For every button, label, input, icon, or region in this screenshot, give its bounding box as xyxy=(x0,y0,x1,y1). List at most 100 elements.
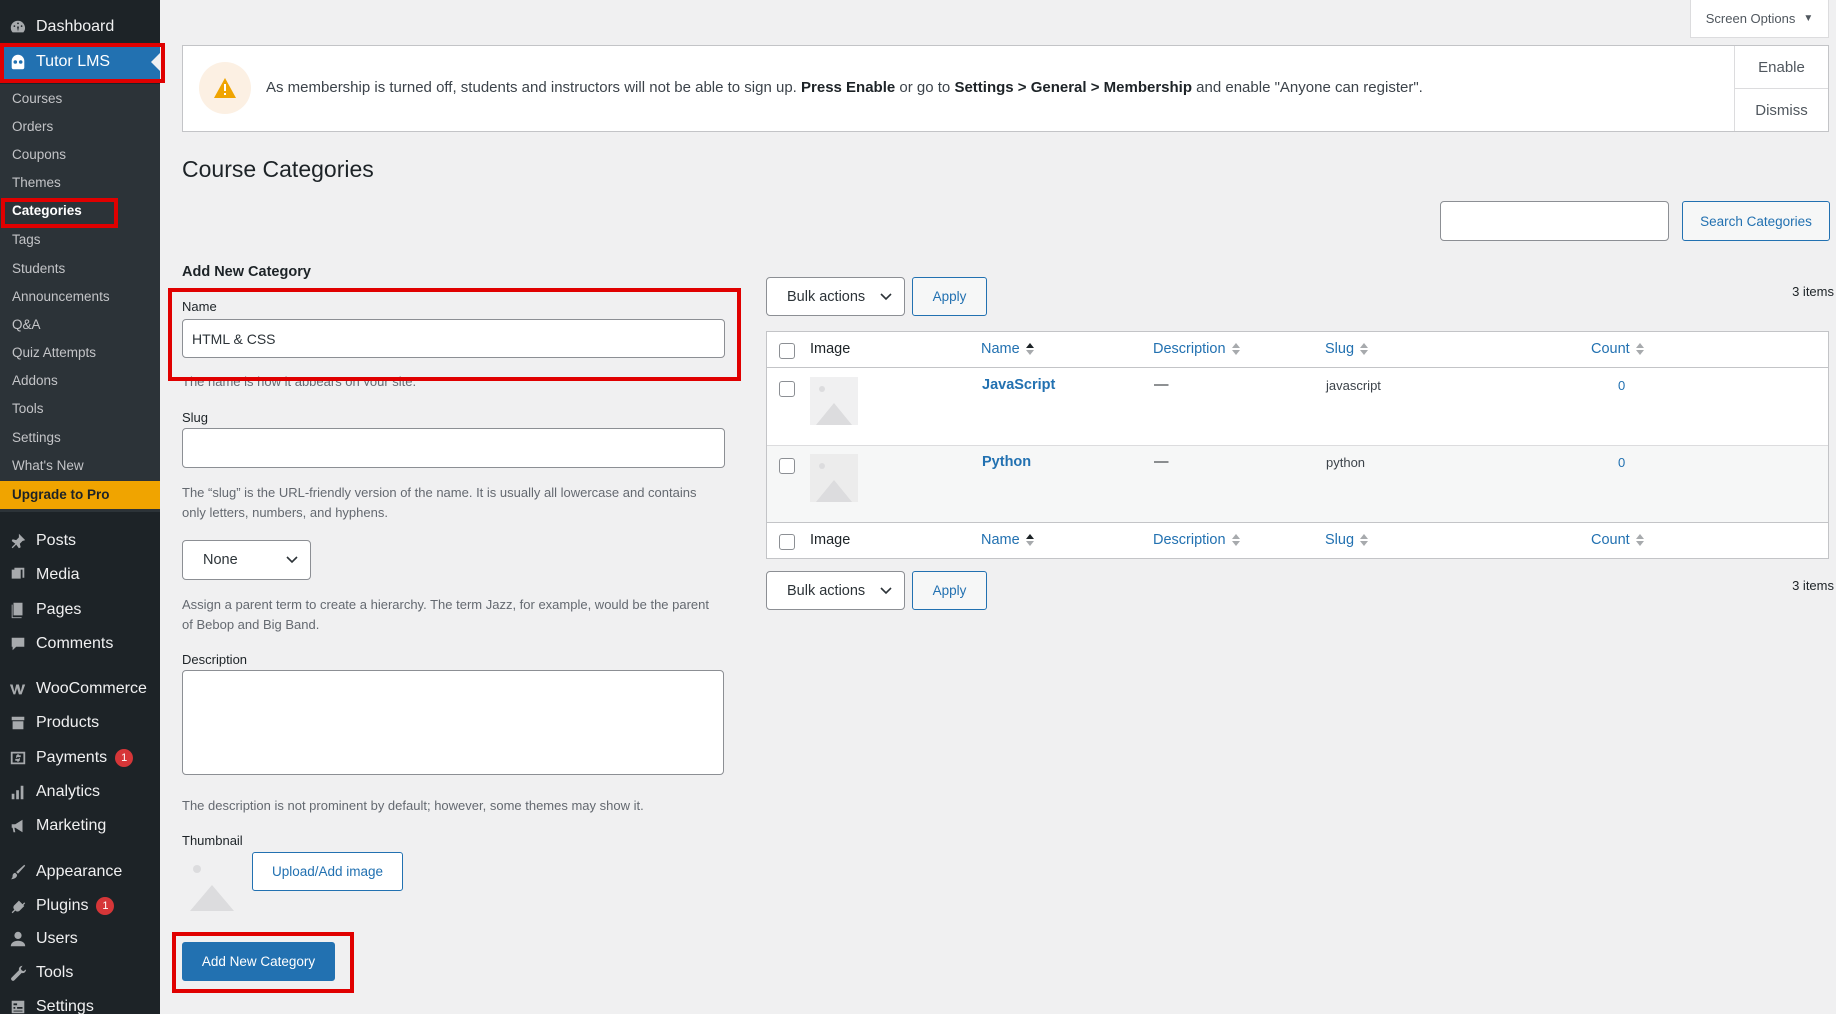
menu-payments[interactable]: Payments 1 xyxy=(0,741,160,775)
parent-help: Assign a parent term to create a hierarc… xyxy=(182,597,710,632)
submenu-tags[interactable]: Tags xyxy=(12,232,41,247)
items-count-top: 3 items xyxy=(1792,284,1834,299)
wrench-icon xyxy=(0,964,36,982)
bulk-actions-top[interactable]: Bulk actions xyxy=(766,277,905,316)
search-categories-button[interactable]: Search Categories xyxy=(1682,201,1830,241)
col-count-sort-footer[interactable]: Count xyxy=(1591,532,1644,548)
submenu-courses[interactable]: Courses xyxy=(12,91,62,106)
user-icon xyxy=(0,930,36,948)
slug-input[interactable] xyxy=(182,428,725,468)
category-name-link[interactable]: Python xyxy=(982,454,1031,470)
add-new-category-button[interactable]: Add New Category xyxy=(182,942,335,981)
submenu-categories[interactable]: Categories xyxy=(12,203,82,218)
dollar-icon xyxy=(0,749,36,767)
bulk-actions-bottom[interactable]: Bulk actions xyxy=(766,571,905,610)
col-name-sort-footer[interactable]: Name xyxy=(981,532,1034,548)
menu-products[interactable]: Products xyxy=(0,706,160,740)
image-placeholder-icon xyxy=(182,855,242,911)
menu-plugins[interactable]: Plugins 1 xyxy=(0,889,160,923)
submenu-themes[interactable]: Themes xyxy=(12,175,61,190)
select-all-checkbox[interactable] xyxy=(779,343,795,359)
plugins-count-badge: 1 xyxy=(96,897,115,915)
submenu-addons[interactable]: Addons xyxy=(12,373,58,388)
menu-comments[interactable]: Comments xyxy=(0,627,160,661)
media-icon xyxy=(0,566,36,584)
submenu-orders[interactable]: Orders xyxy=(12,119,53,134)
menu-media[interactable]: Media xyxy=(0,558,160,592)
submenu-settings[interactable]: Settings xyxy=(12,430,61,445)
bar-chart-icon xyxy=(0,783,36,801)
menu-tutor-lms[interactable]: Tutor LMS xyxy=(0,44,160,80)
menu-marketing[interactable]: Marketing xyxy=(0,809,160,843)
col-slug-sort[interactable]: Slug xyxy=(1325,341,1369,357)
parent-category-select[interactable]: None xyxy=(182,540,311,580)
apply-bottom-button[interactable]: Apply xyxy=(912,571,987,610)
description-textarea[interactable] xyxy=(182,670,724,775)
thumbnail-label: Thumbnail xyxy=(182,833,243,848)
row-checkbox[interactable] xyxy=(779,381,795,397)
name-input[interactable]: HTML & CSS xyxy=(182,319,725,358)
dashboard-icon xyxy=(0,18,36,36)
col-image-footer: Image xyxy=(810,532,851,548)
warning-icon xyxy=(199,62,251,114)
col-count-sort[interactable]: Count xyxy=(1591,341,1644,357)
select-all-checkbox-footer[interactable] xyxy=(779,534,795,550)
category-count-link[interactable]: 0 xyxy=(1618,455,1625,470)
plug-icon xyxy=(0,897,36,915)
col-slug-sort-footer[interactable]: Slug xyxy=(1325,532,1369,548)
upgrade-to-pro-link[interactable]: Upgrade to Pro xyxy=(0,481,160,509)
submenu-students[interactable]: Students xyxy=(12,261,65,276)
category-slug: javascript xyxy=(1326,378,1381,393)
megaphone-icon xyxy=(0,817,36,835)
col-image: Image xyxy=(810,341,851,357)
menu-dashboard[interactable]: Dashboard xyxy=(0,10,160,44)
menu-posts[interactable]: Posts xyxy=(0,524,160,558)
sort-icon xyxy=(1025,534,1034,546)
payments-count-badge: 1 xyxy=(115,749,134,767)
menu-tools[interactable]: Tools xyxy=(0,956,160,990)
submenu-qa[interactable]: Q&A xyxy=(12,317,41,332)
settings-icon xyxy=(0,998,36,1014)
caret-down-icon: ▼ xyxy=(1803,13,1814,24)
chevron-down-icon xyxy=(880,586,892,594)
category-count-link[interactable]: 0 xyxy=(1618,378,1625,393)
pin-icon xyxy=(0,532,36,550)
search-input[interactable] xyxy=(1440,201,1669,241)
comment-icon xyxy=(0,635,36,653)
table-footer: Image Name Description Slug Count xyxy=(767,524,1828,559)
apply-top-button[interactable]: Apply xyxy=(912,277,987,316)
category-name-link[interactable]: JavaScript xyxy=(982,377,1055,393)
upload-image-button[interactable]: Upload/Add image xyxy=(252,852,403,891)
menu-analytics[interactable]: Analytics xyxy=(0,775,160,809)
col-name-sort[interactable]: Name xyxy=(981,341,1034,357)
col-description-sort[interactable]: Description xyxy=(1153,341,1240,357)
submenu-whats-new[interactable]: What's New xyxy=(12,458,84,473)
tutor-submenu: Courses Orders Coupons Themes Categories… xyxy=(0,84,160,512)
dismiss-button[interactable]: Dismiss xyxy=(1735,89,1828,132)
menu-settings[interactable]: Settings xyxy=(0,990,160,1014)
image-placeholder-icon xyxy=(810,454,858,502)
description-label: Description xyxy=(182,652,248,667)
menu-woocommerce[interactable]: WooCommerce xyxy=(0,672,160,706)
chevron-down-icon xyxy=(880,292,892,300)
brush-icon xyxy=(0,863,36,881)
woo-icon xyxy=(0,680,36,698)
screen-options-button[interactable]: Screen Options ▼ xyxy=(1690,0,1829,38)
admin-sidebar: Dashboard Tutor LMS Courses Orders Coupo… xyxy=(0,0,160,1014)
row-checkbox[interactable] xyxy=(779,458,795,474)
menu-pages[interactable]: Pages xyxy=(0,593,160,627)
col-description-sort-footer[interactable]: Description xyxy=(1153,532,1240,548)
description-help: The description is not prominent by defa… xyxy=(182,798,644,813)
image-placeholder-icon xyxy=(810,377,858,425)
submenu-coupons[interactable]: Coupons xyxy=(12,147,66,162)
sort-icon xyxy=(1360,343,1369,355)
menu-users[interactable]: Users xyxy=(0,922,160,956)
notice-message: As membership is turned off, students an… xyxy=(266,79,1423,96)
category-slug: python xyxy=(1326,455,1366,470)
slug-help: The “slug” is the URL-friendly version o… xyxy=(182,485,697,520)
submenu-tools[interactable]: Tools xyxy=(12,401,44,416)
submenu-quiz-attempts[interactable]: Quiz Attempts xyxy=(12,345,96,360)
submenu-announcements[interactable]: Announcements xyxy=(12,289,110,304)
menu-appearance[interactable]: Appearance xyxy=(0,855,160,889)
enable-button[interactable]: Enable xyxy=(1735,46,1828,89)
